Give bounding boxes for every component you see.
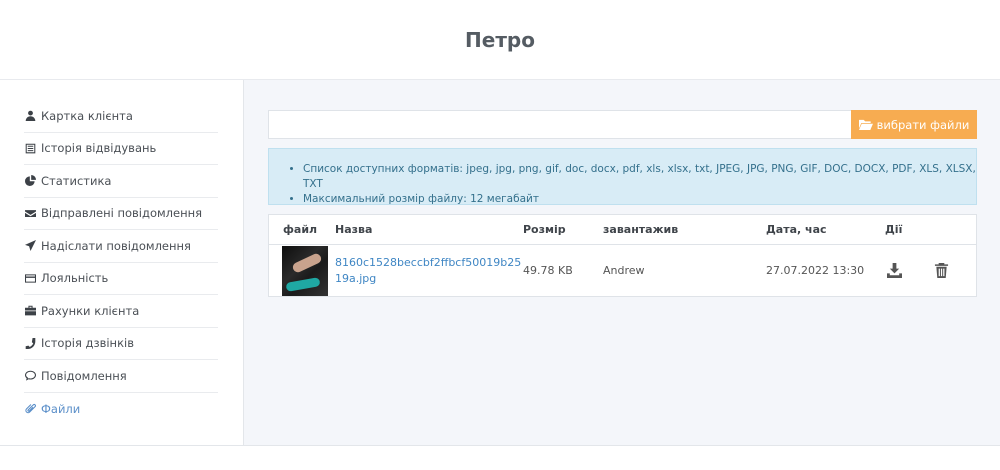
- sidebar-item-visit-history[interactable]: Історія відвідувань: [24, 133, 218, 165]
- col-date: Дата, час: [766, 223, 827, 236]
- max-file-size: Максимальний розмір файлу: 12 мегабайт: [303, 192, 976, 207]
- sidebar-item-label: Лояльність: [41, 271, 109, 286]
- file-upload: вибрати файли: [268, 110, 977, 139]
- phone-icon: [24, 337, 36, 349]
- file-path-input[interactable]: [268, 110, 851, 139]
- trash-icon[interactable]: [934, 263, 949, 278]
- sidebar-item-label: Повідомлення: [41, 368, 127, 383]
- file-size: 49.78 KB: [523, 264, 573, 277]
- file-thumbnail[interactable]: [282, 245, 328, 296]
- content-wrap: Картка клієнта Історія відвідувань Стати…: [0, 80, 1000, 446]
- download-icon[interactable]: [887, 263, 902, 278]
- files-table: файл Назва Розмір завантажив Дата, час Д…: [268, 214, 977, 297]
- name-cell: 8160c1528beccbf2ffbcf50019b2519a.jpg: [335, 255, 523, 287]
- col-actions: Дії: [885, 223, 903, 236]
- choose-files-label: вибрати файли: [876, 117, 970, 132]
- pie-chart-icon: [24, 175, 36, 187]
- folder-open-icon: [858, 119, 873, 130]
- file-cell: [269, 245, 335, 296]
- col-uploaded-by: завантажив: [603, 223, 679, 236]
- uploaded-by: Andrew: [603, 264, 645, 277]
- sidebar-item-files[interactable]: Файли: [24, 393, 218, 426]
- table-header: файл Назва Розмір завантажив Дата, час Д…: [269, 215, 976, 245]
- sidebar-item-statistics[interactable]: Статистика: [24, 165, 218, 198]
- actions-cell: [885, 263, 976, 278]
- sidebar-item-call-history[interactable]: Історія дзвінків: [24, 328, 218, 360]
- briefcase-icon: [24, 305, 36, 317]
- credit-card-icon: [24, 272, 36, 284]
- sidebar-item-label: Надіслати повідомлення: [41, 238, 191, 253]
- sidebar-item-messages[interactable]: Повідомлення: [24, 360, 218, 393]
- formats-list: Список доступних форматів: jpeg, jpg, pn…: [303, 162, 976, 192]
- table-row: 8160c1528beccbf2ffbcf50019b2519a.jpg 49.…: [269, 245, 976, 296]
- sidebar-item-label: Статистика: [41, 173, 112, 188]
- col-size: Розмір: [523, 223, 566, 236]
- sidebar-item-send-message[interactable]: Надіслати повідомлення: [24, 230, 218, 263]
- col-name: Назва: [335, 223, 373, 236]
- col-file: файл: [283, 223, 318, 236]
- sidebar-item-label: Історія дзвінків: [41, 336, 134, 351]
- page-header: Петро: [0, 0, 1000, 80]
- upload-date: 27.07.2022 13:30: [766, 264, 865, 277]
- send-icon: [24, 240, 36, 252]
- sidebar-item-label: Відправлені повідомлення: [41, 206, 203, 221]
- paperclip-icon: [24, 403, 36, 415]
- sidebar-item-label: Рахунки клієнта: [41, 303, 140, 318]
- sidebar-item-loyalty[interactable]: Лояльність: [24, 263, 218, 295]
- page-title: Петро: [465, 27, 535, 52]
- choose-files-button[interactable]: вибрати файли: [851, 110, 977, 139]
- list-icon: [24, 142, 36, 154]
- sidebar-item-client-bills[interactable]: Рахунки клієнта: [24, 295, 218, 328]
- main-content: вибрати файли Список доступних форматів:…: [244, 80, 1000, 445]
- sidebar-item-label: Файли: [41, 401, 81, 416]
- comment-icon: [24, 370, 36, 382]
- user-icon: [24, 110, 36, 122]
- formats-info-box: Список доступних форматів: jpeg, jpg, pn…: [268, 148, 977, 205]
- envelope-icon: [24, 207, 36, 219]
- sidebar-item-label: Картка клієнта: [41, 108, 133, 123]
- file-name-link[interactable]: 8160c1528beccbf2ffbcf50019b2519a.jpg: [335, 256, 521, 285]
- sidebar-item-client-card[interactable]: Картка клієнта: [24, 100, 218, 133]
- sidebar: Картка клієнта Історія відвідувань Стати…: [0, 80, 244, 445]
- sidebar-item-sent-messages[interactable]: Відправлені повідомлення: [24, 198, 218, 230]
- sidebar-item-label: Історія відвідувань: [41, 141, 157, 156]
